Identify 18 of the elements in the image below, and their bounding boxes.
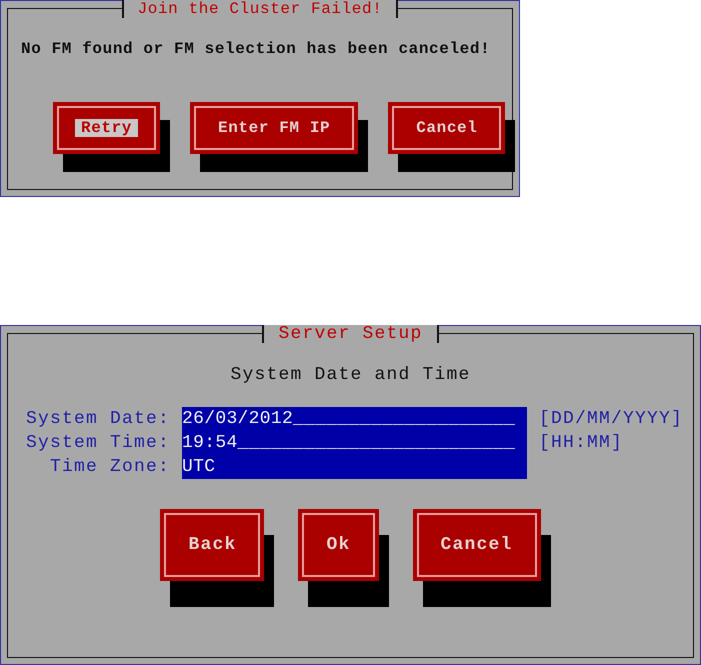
field-label: System Time: [26, 432, 170, 455]
dialog-button[interactable]: Cancel [412, 509, 541, 581]
field-label: System Date: [26, 408, 170, 431]
input-field[interactable]: 26/03/2012____________________ [182, 407, 528, 431]
dialog-button[interactable]: Enter FM IP [190, 102, 358, 154]
dialog-title: Join the Cluster Failed! [122, 0, 398, 18]
field-label: Time Zone: [49, 456, 170, 479]
input-field[interactable]: 19:54_________________________ [182, 431, 528, 455]
dialog-message: No FM found or FM selection has been canceled! [21, 40, 492, 58]
section-heading: System Date and Time [230, 365, 471, 385]
dialog-button[interactable]: Retry [53, 102, 160, 154]
input-field[interactable]: UTC [182, 455, 528, 479]
dialog-button[interactable]: Cancel [388, 102, 506, 154]
dialog-button[interactable]: Back [160, 509, 264, 581]
format-hint: [DD/MM/YYYY] [539, 408, 684, 431]
dialog-title: Server Setup [262, 325, 439, 343]
dialog-button[interactable]: Ok [298, 509, 378, 581]
format-hint: [HH:MM] [539, 432, 624, 455]
